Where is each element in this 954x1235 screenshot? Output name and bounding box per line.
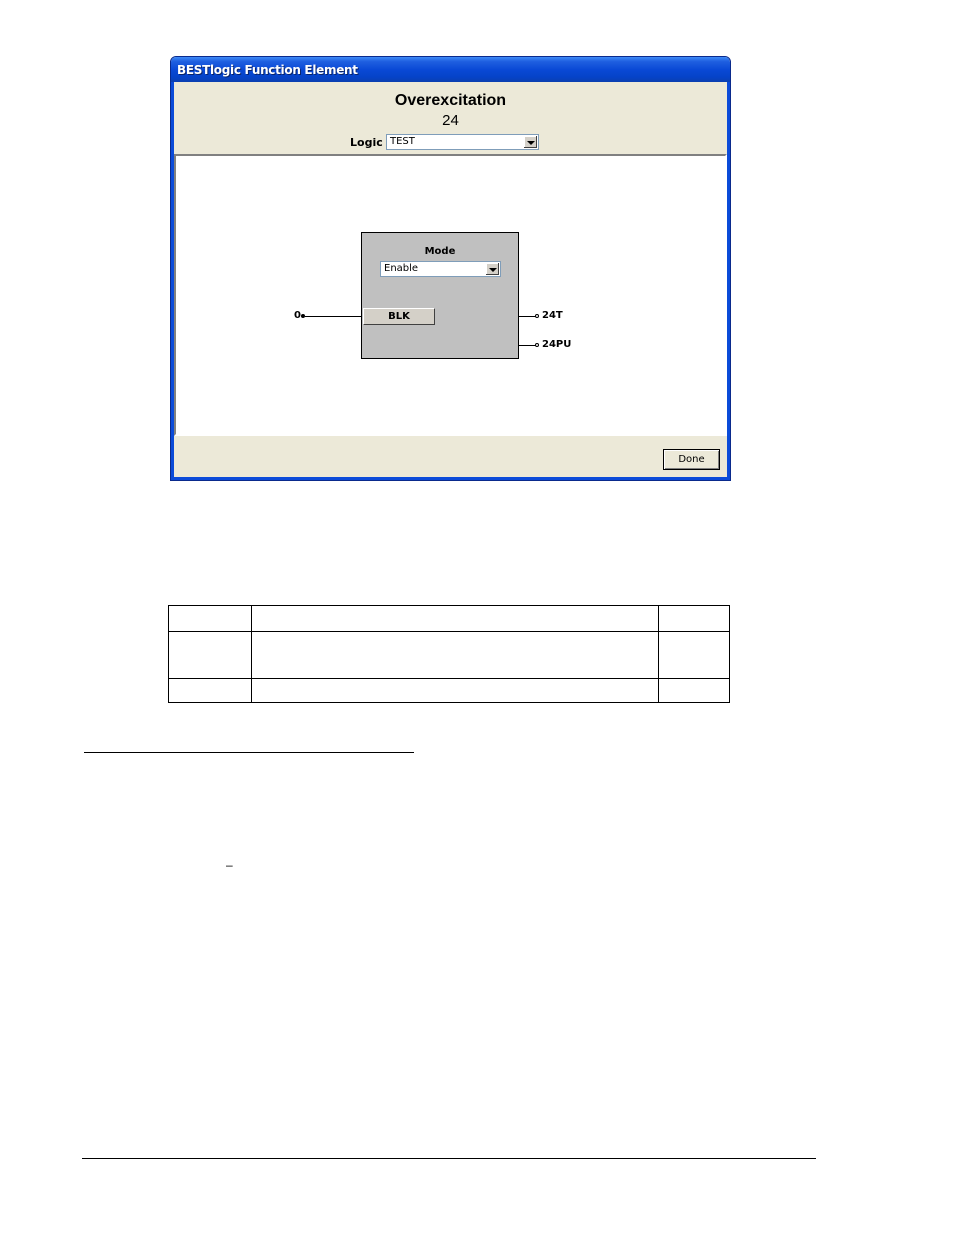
blk-input-button[interactable]: BLK bbox=[363, 308, 435, 325]
window-title: BESTlogic Function Element bbox=[177, 63, 358, 77]
table-cell bbox=[250, 604, 660, 633]
logic-select-value: TEST bbox=[390, 136, 415, 147]
table-cell bbox=[250, 677, 660, 704]
table-row bbox=[168, 604, 730, 633]
done-button[interactable]: Done bbox=[663, 449, 720, 470]
mode-select-value: Enable bbox=[384, 263, 419, 274]
section-rule bbox=[84, 752, 414, 753]
chevron-down-icon[interactable] bbox=[523, 136, 537, 148]
title-bar[interactable]: BESTlogic Function Element bbox=[171, 57, 730, 82]
table-cell bbox=[168, 604, 252, 633]
chevron-down-icon[interactable] bbox=[485, 263, 499, 275]
output-24t-label: 24T bbox=[542, 310, 563, 321]
window-frame-bottom bbox=[171, 477, 730, 480]
input-wire bbox=[305, 316, 362, 317]
table-cell bbox=[168, 677, 252, 704]
logic-label: Logic bbox=[350, 136, 383, 149]
table-cell bbox=[658, 677, 730, 704]
table-row bbox=[168, 631, 730, 679]
table-row bbox=[168, 677, 730, 704]
element-number: 24 bbox=[442, 112, 459, 129]
input-value-label: 0 bbox=[294, 310, 301, 321]
logic-diagram-canvas: 0 Mode Enable BLK 24T 24PU bbox=[174, 154, 727, 436]
table-cell bbox=[250, 631, 660, 679]
mode-select[interactable]: Enable bbox=[380, 261, 501, 277]
output-24pu-pin bbox=[535, 343, 539, 347]
output-24t-pin bbox=[535, 314, 539, 318]
bestlogic-dialog: BESTlogic Function Element Overexcitatio… bbox=[170, 56, 731, 481]
footer-rule bbox=[82, 1158, 816, 1159]
logic-select[interactable]: TEST bbox=[386, 134, 539, 150]
function-element-block: Mode Enable BLK bbox=[361, 232, 519, 359]
window-frame-right bbox=[727, 82, 730, 480]
settings-table bbox=[168, 604, 730, 704]
mode-label: Mode bbox=[424, 246, 456, 257]
table-cell bbox=[168, 631, 252, 679]
table-cell bbox=[658, 631, 730, 679]
table-cell bbox=[658, 604, 730, 633]
output-wire-24t bbox=[519, 316, 536, 317]
footnote-mark: – bbox=[226, 858, 233, 872]
output-24pu-label: 24PU bbox=[542, 339, 572, 350]
output-wire-24pu bbox=[519, 345, 536, 346]
element-title: Overexcitation bbox=[394, 92, 507, 109]
